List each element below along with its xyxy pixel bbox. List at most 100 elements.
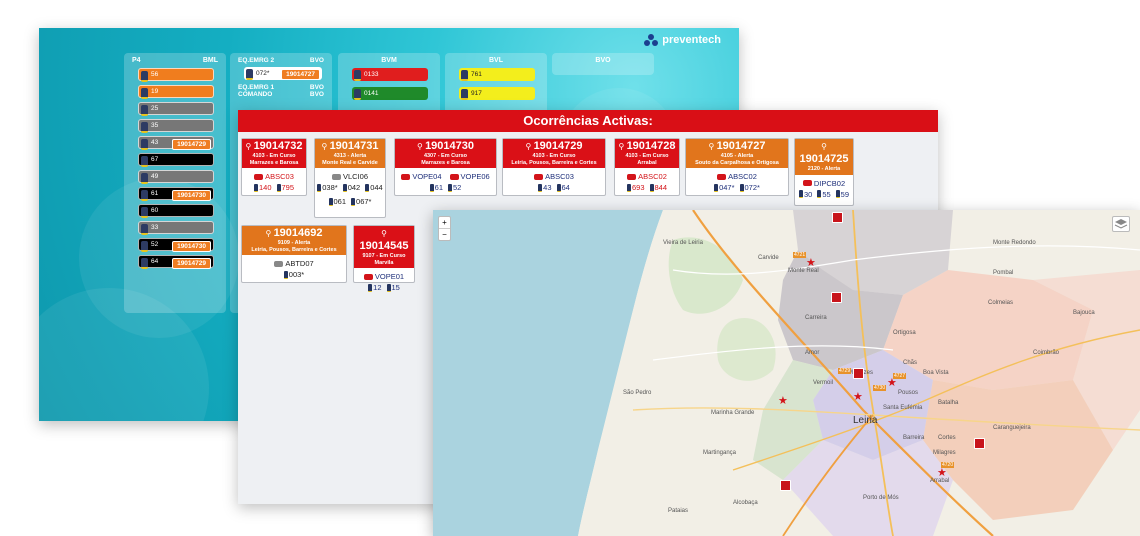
incident-star-icon[interactable]: ★	[806, 258, 816, 269]
personnel-item[interactable]: 52	[448, 183, 461, 192]
personnel-item[interactable]: 061	[328, 197, 346, 206]
vehicle-ABSC02[interactable]: ABSC02	[717, 172, 757, 181]
card-header: ⚲ 19014725 2120 - Alerta	[795, 139, 853, 175]
fire-station-marker[interactable]	[832, 212, 843, 223]
vehicle-code: VOPE04	[412, 172, 442, 181]
unit-0133[interactable]: 0133	[352, 68, 428, 81]
personnel-item[interactable]: 844	[649, 183, 667, 192]
unit-60[interactable]: 60	[138, 204, 214, 218]
unit-0141[interactable]: 0141	[352, 87, 428, 100]
location-pin-icon: ⚲	[821, 142, 827, 151]
unit-52[interactable]: 52 19014730	[138, 238, 214, 252]
unit-61[interactable]: 61 19014730	[138, 187, 214, 201]
occurrence-card-19014732[interactable]: ⚲ 19014732 4103 - Em Curso Marrazes e Baro…	[241, 138, 307, 196]
personnel-item[interactable]: 795	[276, 183, 294, 192]
map-window[interactable]: + − Vieira de Leiria Monte Real Marinha Gr…	[433, 210, 1140, 536]
vehicle-ABTD07[interactable]: ABTD07	[274, 259, 314, 268]
personnel-id: 43	[543, 183, 552, 192]
unit-33[interactable]: 33	[138, 221, 214, 235]
vehicle-icon	[401, 173, 411, 180]
layers-button[interactable]	[1112, 216, 1130, 232]
occurrence-status: 4103 - Em Curso	[252, 153, 296, 159]
incident-star-icon[interactable]: ★	[853, 392, 863, 403]
occurrence-card-19014692[interactable]: ⚲ 19014692 9109 - Alerta Leiria, Pousos, B…	[241, 225, 347, 283]
personnel-item[interactable]: 044	[365, 183, 383, 192]
fire-station-marker[interactable]	[974, 438, 985, 449]
vehicle-ABSC03[interactable]: ABSC03	[254, 172, 294, 181]
occurrence-tag[interactable]: 19014730	[172, 190, 211, 201]
vehicle-VLCI06[interactable]: VLCI06	[331, 172, 368, 181]
unit-072[interactable]: 072* 19014727	[244, 67, 322, 80]
unit-64[interactable]: 64 19014729	[138, 255, 214, 269]
occurrence-tag[interactable]: 19014730	[172, 241, 211, 252]
personnel-item[interactable]: 15	[386, 283, 400, 292]
unit-19[interactable]: 19	[138, 85, 214, 99]
occurrence-card-19014730[interactable]: ⚲ 19014730 4307 - Em Curso Marrazes e Baro…	[394, 138, 497, 196]
vehicle-VOPE06[interactable]: VOPE06	[449, 172, 490, 181]
vehicle-VOPE04[interactable]: VOPE04	[401, 172, 442, 181]
zoom-in-button[interactable]: +	[439, 217, 450, 228]
incident-star-icon[interactable]: ★	[778, 396, 788, 407]
unit-56[interactable]: 56	[138, 68, 214, 82]
personnel-item[interactable]: 067*	[351, 197, 371, 206]
firefighter-icon	[141, 105, 148, 116]
occurrence-card-19014545[interactable]: ⚲ 19014545 9107 - Em Curso Marvila VOPE01 12…	[353, 225, 415, 292]
personnel-item[interactable]: 61	[429, 183, 443, 192]
incident-star-icon[interactable]: ★	[937, 468, 947, 479]
marker-code-tag[interactable]: 4727	[893, 373, 907, 379]
marker-code-tag[interactable]: 4730	[873, 385, 887, 391]
occurrence-number-text: 19014545	[359, 240, 409, 252]
vehicle-row: ABSC03	[505, 172, 603, 181]
personnel-row: 038* 042 044 061 067*	[317, 183, 383, 206]
occurrence-number-text: 19014692	[273, 227, 323, 239]
unit-25[interactable]: 25	[138, 102, 214, 116]
fire-station-marker[interactable]	[780, 480, 791, 491]
unit-35[interactable]: 35	[138, 119, 214, 133]
occurrence-tag[interactable]: 19014729	[172, 139, 211, 150]
personnel-item[interactable]: 693	[626, 183, 645, 192]
firefighter-icon	[141, 258, 148, 269]
unit-917[interactable]: 917	[459, 87, 535, 100]
vehicle-ABSC03[interactable]: ABSC03	[534, 172, 574, 181]
vehicle-ABSC02[interactable]: ABSC02	[627, 172, 667, 181]
occurrence-card-19014729[interactable]: ⚲ 19014729 4103 - Em Curso Leiria, Pousos,…	[502, 138, 606, 196]
marker-code-tag[interactable]: 4720	[941, 462, 955, 468]
unit-67[interactable]: 67	[138, 153, 214, 167]
personnel-item[interactable]: 43	[538, 183, 552, 192]
unit-761[interactable]: 761	[459, 68, 535, 81]
fire-station-marker[interactable]	[831, 292, 842, 303]
personnel-item[interactable]: 038*	[317, 183, 338, 192]
occurrence-number: ⚲ 19014545	[356, 227, 412, 253]
unit-list: 56 19 25 35 43 19014729 67 49 61 19014730 60 33 52 19…	[124, 68, 226, 269]
personnel-item[interactable]: 140	[253, 183, 272, 192]
incident-star-icon[interactable]: ★	[887, 378, 897, 389]
personnel-item[interactable]: 003*	[283, 270, 304, 279]
occurrence-card-19014725[interactable]: ⚲ 19014725 2120 - Alerta DIPCB02 30 55 59	[794, 138, 854, 206]
occurrence-card-19014727[interactable]: ⚲ 19014727 4105 - Alerta Souto da Carpalho…	[685, 138, 789, 196]
unit-49[interactable]: 49	[138, 170, 214, 184]
vehicle-DIPCB02[interactable]: DIPCB02	[802, 179, 845, 188]
occurrence-tag[interactable]: 19014729	[172, 258, 211, 269]
unit-43[interactable]: 43 19014729	[138, 136, 214, 150]
card-body: VLCI06 038* 042 044 061 067*	[315, 168, 385, 209]
card-body: ABTD07 003*	[242, 255, 346, 282]
personnel-item[interactable]: 64	[556, 183, 570, 192]
personnel-item[interactable]: 12	[368, 283, 382, 292]
marker-code-tag[interactable]: 4721	[793, 252, 807, 258]
map-label: Carreira	[805, 315, 827, 321]
occurrence-card-19014731[interactable]: ⚲ 19014731 4313 - Alerta Monte Real e Carv…	[314, 138, 386, 218]
zoom-out-button[interactable]: −	[439, 228, 450, 240]
occurrence-tag[interactable]: 19014727	[281, 69, 320, 80]
fire-station-marker[interactable]	[853, 368, 864, 379]
personnel-item[interactable]: 072*	[739, 183, 760, 192]
personnel-item[interactable]: 047*	[714, 183, 735, 192]
personnel-item[interactable]: 55	[817, 190, 831, 199]
personnel-item[interactable]: 30	[798, 190, 812, 199]
card-header: ⚲ 19014728 4103 - Em Curso Arrabal	[615, 139, 679, 168]
vehicle-VOPE01[interactable]: VOPE01	[363, 272, 404, 281]
personnel-item[interactable]: 042	[342, 183, 360, 192]
occurrence-card-19014728[interactable]: ⚲ 19014728 4103 - Em Curso Arrabal ABSC02 69…	[614, 138, 680, 196]
marker-code-tag[interactable]: 4729	[838, 368, 852, 374]
personnel-item[interactable]: 59	[835, 190, 849, 199]
personnel-id: 038*	[322, 183, 338, 192]
